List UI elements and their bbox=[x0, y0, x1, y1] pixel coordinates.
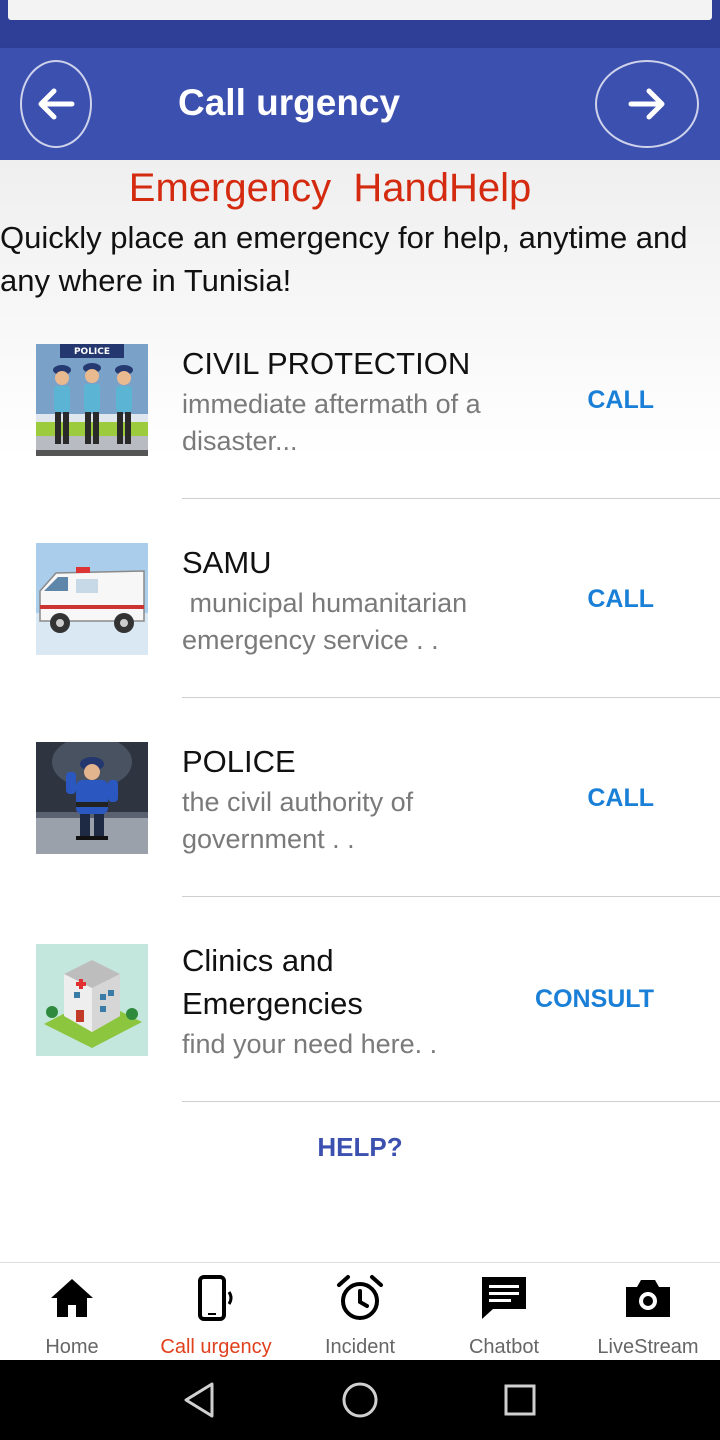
arrow-left-icon bbox=[38, 88, 75, 120]
nav-label: Chatbot bbox=[468, 1336, 540, 1358]
nav-label: Incident bbox=[324, 1336, 396, 1358]
nav-label: LiveStream bbox=[597, 1336, 699, 1358]
nav-item-home[interactable]: Home bbox=[0, 1263, 144, 1361]
back-triangle-icon[interactable] bbox=[178, 1378, 222, 1422]
chat-icon bbox=[482, 1277, 526, 1319]
home-icon bbox=[51, 1279, 93, 1317]
camera-icon bbox=[626, 1280, 670, 1317]
brand-title: Emergency HandHelp bbox=[128, 166, 532, 210]
nav-item-incident[interactable]: Incident bbox=[288, 1263, 432, 1361]
nav-item-call-urgency[interactable]: Call urgency bbox=[144, 1263, 288, 1361]
divider bbox=[182, 896, 720, 897]
civil-protection-image: POLICE bbox=[36, 344, 148, 456]
nav-label: Call urgency bbox=[160, 1336, 272, 1358]
police-officer-image bbox=[36, 742, 148, 854]
back-button[interactable] bbox=[20, 60, 92, 148]
recents-square-icon[interactable] bbox=[498, 1378, 542, 1422]
intro-text: Quickly place an emergency for help, any… bbox=[0, 220, 688, 298]
page-title: Call urgency bbox=[178, 82, 401, 123]
service-description: find your need here. . bbox=[182, 1029, 438, 1059]
divider bbox=[182, 697, 720, 698]
nav-item-livestream[interactable]: LiveStream bbox=[576, 1263, 720, 1361]
divider bbox=[182, 498, 720, 499]
service-title: CIVIL PROTECTION bbox=[182, 346, 471, 381]
system-navigation-bar bbox=[0, 1360, 720, 1440]
help-link[interactable]: HELP? bbox=[0, 1132, 720, 1163]
bottom-navigation: Home Call urgency Incident Chatbot LiveS… bbox=[0, 1262, 720, 1360]
police-sign-text: POLICE bbox=[74, 347, 110, 357]
phone-ringing-icon bbox=[198, 1275, 233, 1321]
service-title: POLICE bbox=[182, 744, 296, 779]
service-title: SAMU bbox=[182, 545, 272, 580]
forward-button[interactable] bbox=[595, 60, 699, 148]
service-title: Clinics and Emergencies bbox=[182, 943, 363, 1021]
service-description: municipal humanitarian emergency service… bbox=[182, 588, 475, 655]
app-bar: Call urgency bbox=[0, 48, 720, 160]
consult-button[interactable]: CONSULT bbox=[535, 985, 654, 1014]
divider bbox=[182, 1101, 720, 1102]
call-button[interactable]: CALL bbox=[587, 784, 654, 813]
status-bar bbox=[0, 0, 720, 48]
home-circle-icon[interactable] bbox=[338, 1378, 382, 1422]
service-description: the civil authority of government . . bbox=[182, 787, 421, 854]
call-button[interactable]: CALL bbox=[587, 386, 654, 415]
service-description: immediate aftermath of a disaster... bbox=[182, 389, 489, 456]
arrow-right-icon bbox=[628, 88, 665, 120]
alarm-clock-icon bbox=[337, 1275, 383, 1320]
main-content: Emergency HandHelp Quickly place an emer… bbox=[0, 160, 720, 1262]
nav-item-chatbot[interactable]: Chatbot bbox=[432, 1263, 576, 1361]
ambulance-image bbox=[36, 543, 148, 655]
nav-label: Home bbox=[45, 1336, 99, 1358]
hospital-image bbox=[36, 944, 148, 1056]
search-strip[interactable] bbox=[8, 0, 712, 20]
call-button[interactable]: CALL bbox=[587, 585, 654, 614]
